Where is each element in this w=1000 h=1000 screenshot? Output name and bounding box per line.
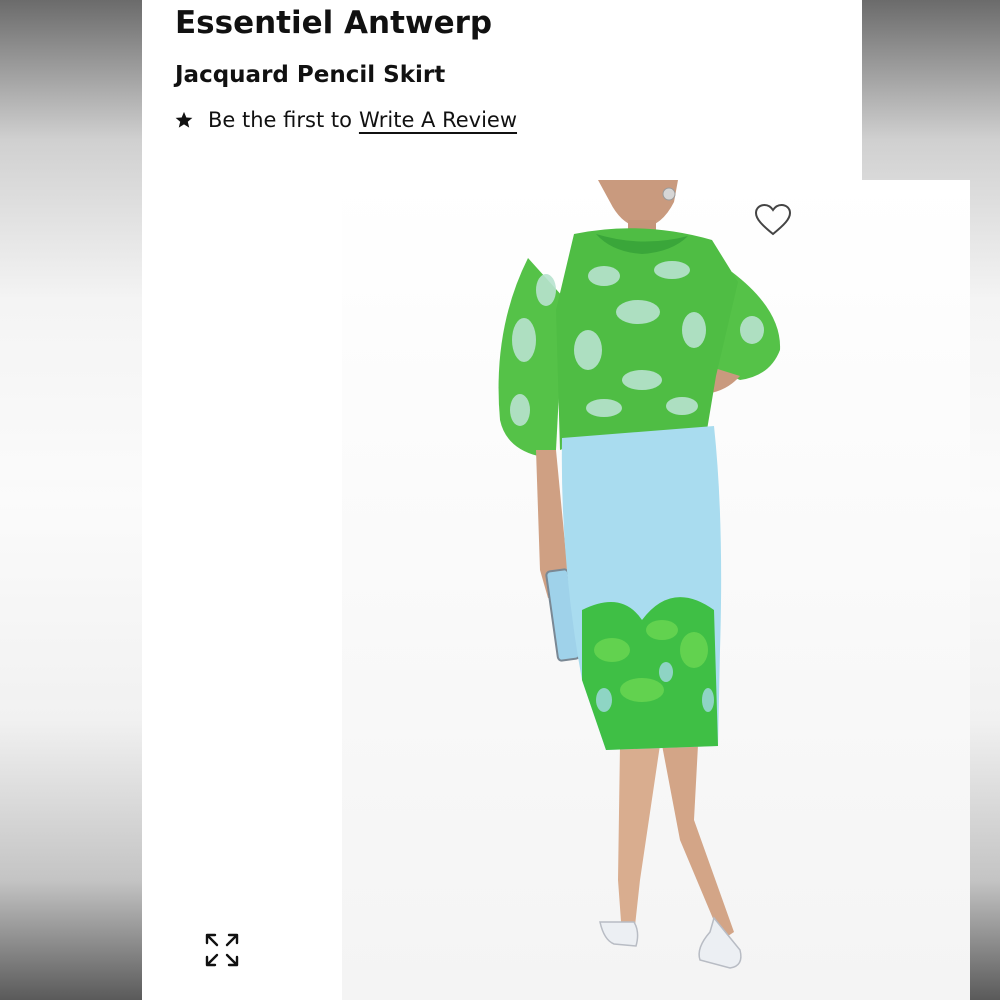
product-title: Jacquard Pencil Skirt xyxy=(175,62,446,88)
write-review-link[interactable]: Write A Review xyxy=(359,108,517,132)
product-image xyxy=(342,180,970,1000)
product-panel: Essentiel Antwerp Jacquard Pencil Skirt … xyxy=(142,0,970,1000)
star-icon xyxy=(175,111,193,128)
favorite-heart-icon[interactable] xyxy=(754,203,792,237)
review-row: Be the first to Write A Review xyxy=(175,108,517,132)
review-prompt-text: Be the first to xyxy=(208,108,352,132)
blurred-background-left xyxy=(0,0,142,1000)
expand-icon[interactable] xyxy=(202,930,242,970)
brand-name: Essentiel Antwerp xyxy=(175,5,493,41)
